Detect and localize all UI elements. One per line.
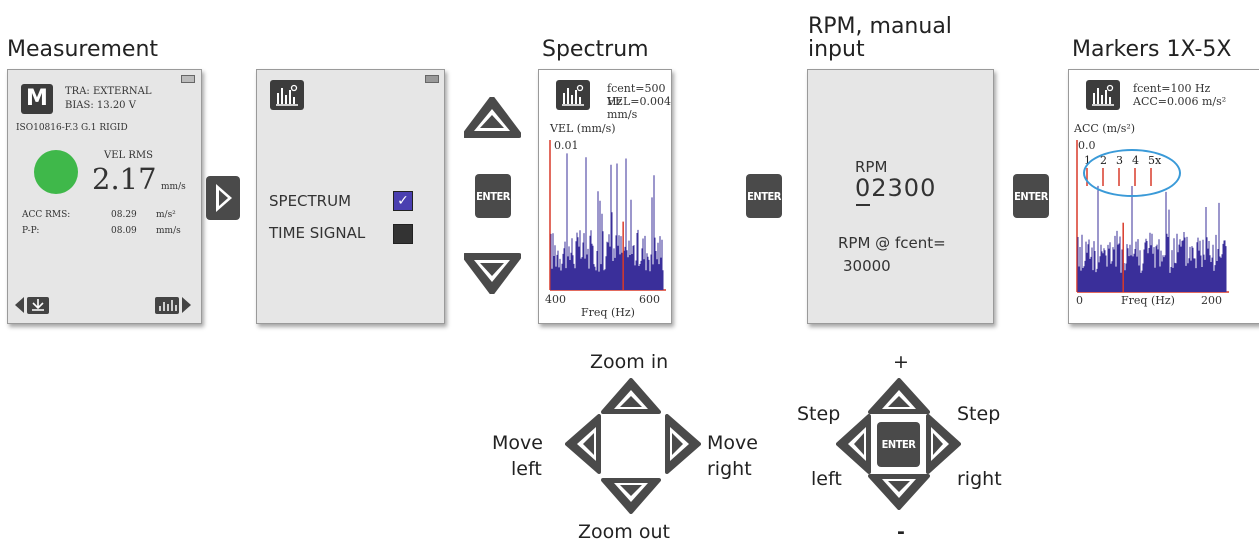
rpm-cursor (856, 204, 870, 206)
spectrum-xmax: 600 (639, 293, 660, 306)
right-arrow-button-1[interactable] (206, 176, 240, 220)
enter-button-3[interactable]: ENTER (1013, 174, 1049, 218)
step-plus-label: + (893, 351, 909, 373)
heading-measurement: Measurement (7, 37, 159, 62)
enter-button-1[interactable]: ENTER (475, 174, 511, 218)
battery-icon (181, 75, 195, 83)
step-down-button[interactable] (868, 472, 930, 510)
zoom-out-label: Zoom out (578, 521, 670, 543)
iso-text: ISO10816-F.3 G.1 RIGID (16, 123, 128, 133)
heading-markers: Markers 1X-5X (1072, 37, 1232, 62)
zoom-in-label: Zoom in (590, 351, 669, 373)
markers-xlabel: Freq (Hz) (1121, 294, 1175, 307)
vel-label: VEL RMS (104, 150, 153, 161)
status-indicator (34, 150, 78, 194)
pp-value: 08.09 (111, 226, 137, 236)
pp-label: P-P: (22, 226, 40, 236)
zoom-out-button[interactable] (601, 476, 661, 514)
rpm-screen: RPM 02300 RPM @ fcent= 30000 (807, 69, 994, 324)
vel-unit: mm/s (161, 182, 186, 192)
rpm-fcent-value: 30000 (843, 257, 891, 275)
rpm-value-text: 02300 (855, 174, 937, 202)
move-left-label-1: Move (492, 432, 543, 454)
markers-xmax: 200 (1201, 294, 1222, 307)
markers-acc: ACC=0.006 m/s² (1133, 95, 1227, 108)
up-arrow-button[interactable] (462, 96, 522, 141)
move-left-label-2: left (511, 458, 542, 480)
down-arrow-button[interactable] (462, 250, 522, 295)
markers-fcent: fcent=100 Hz (1133, 82, 1211, 95)
spectrum-screen: fcent=500 Hz VEL=0.004 mm/s VEL (mm/s) 0… (538, 69, 672, 324)
spectrum-app-icon (1086, 80, 1120, 110)
spectrum-xlabel: Freq (Hz) (581, 306, 635, 319)
spectrum-ylabel: VEL (mm/s) (550, 122, 616, 135)
measurement-screen: M TRA: EXTERNAL BIAS: 13.20 V ISO10816-F… (7, 69, 202, 324)
zoom-in-button[interactable] (601, 378, 661, 416)
acc-value: 08.29 (111, 210, 137, 220)
move-left-button[interactable] (565, 414, 603, 474)
heading-rpm-line2: input (808, 37, 865, 62)
markers-highlight-circle (1083, 149, 1181, 197)
spectrum-app-icon (556, 80, 590, 110)
rpm-fcent-label: RPM @ fcent= (838, 234, 946, 252)
step-right-label-2: right (957, 468, 1002, 490)
rpm-value[interactable]: 02300 (855, 174, 936, 202)
enter-button-2[interactable]: ENTER (746, 174, 782, 218)
step-left-label-1: Step (797, 403, 841, 425)
acc-label: ACC RMS: (22, 210, 71, 220)
bias-text: BIAS: 13.20 V (65, 100, 136, 111)
spectrum-xmin: 400 (545, 293, 566, 306)
spectrum-app-icon (270, 80, 304, 110)
markers-ylabel: ACC (m/s²) (1074, 122, 1136, 135)
save-nav-icon[interactable] (14, 294, 54, 316)
step-minus-label: - (897, 521, 905, 543)
spectrum-plot (549, 140, 666, 291)
spectrum-checkbox[interactable]: ✓ (393, 191, 413, 211)
pp-unit: mm/s (156, 226, 181, 236)
vel-value: 2.17 (92, 162, 157, 196)
menu-option-spectrum[interactable]: SPECTRUM (269, 192, 351, 210)
time-signal-checkbox[interactable] (393, 224, 413, 244)
step-right-button[interactable] (925, 414, 961, 474)
battery-icon (425, 75, 439, 83)
acc-unit: m/s² (156, 210, 176, 220)
spectrum-nav-icon[interactable] (153, 294, 193, 316)
menu-screen: SPECTRUM ✓ TIME SIGNAL (256, 69, 445, 324)
menu-option-time-signal[interactable]: TIME SIGNAL (269, 224, 365, 242)
heading-rpm-line1: RPM, manual (808, 14, 952, 39)
move-right-label-1: Move (707, 432, 758, 454)
move-right-button[interactable] (663, 414, 701, 474)
markers-xmin: 0 (1076, 294, 1083, 307)
heading-spectrum: Spectrum (542, 37, 649, 62)
enter-button-pad[interactable]: ENTER (877, 422, 920, 467)
step-right-label-1: Step (957, 403, 1001, 425)
mode-badge: M (21, 84, 53, 114)
spectrum-vel: VEL=0.004 mm/s (607, 95, 671, 121)
step-up-button[interactable] (868, 378, 930, 416)
tra-text: TRA: EXTERNAL (65, 86, 152, 97)
step-left-button[interactable] (836, 414, 872, 474)
move-right-label-2: right (707, 458, 752, 480)
markers-screen: fcent=100 Hz ACC=0.006 m/s² ACC (m/s²) 0… (1068, 69, 1259, 324)
